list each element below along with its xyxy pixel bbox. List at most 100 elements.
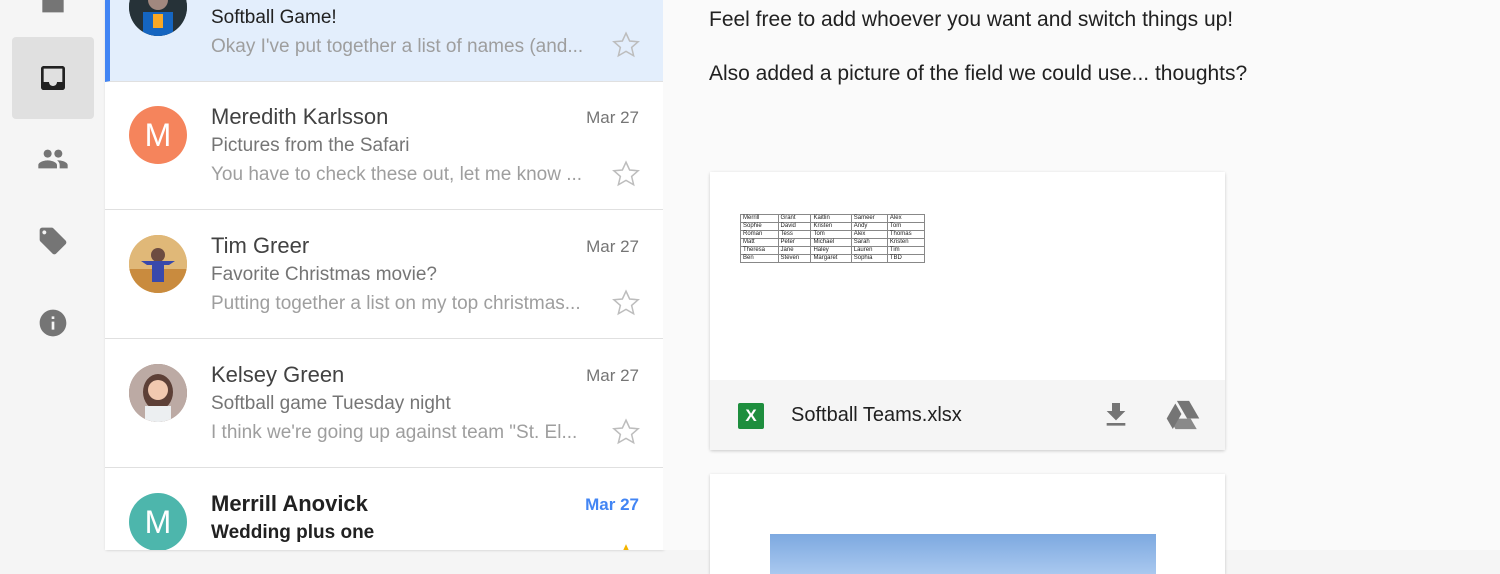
google-drive-icon [1166,400,1200,430]
spreadsheet-cell: Jane [777,246,812,255]
message-sender: Tim Greer [211,233,310,258]
nav-rail [0,0,105,550]
message-date: Mar 27 [586,108,639,127]
star-button[interactable] [611,159,641,189]
message-subject: Favorite Christmas movie? [211,264,437,285]
contacts-nav-button[interactable] [12,118,94,200]
star-outline-icon [612,289,640,316]
star-outline-icon [612,160,640,187]
star-button[interactable] [611,30,641,60]
message-row[interactable]: Tim Greer Mar 27 Favorite Christmas movi… [105,211,663,339]
message-snippet: Putting together a list on my top christ… [211,293,581,314]
spreadsheet-cell: Tom [810,230,852,239]
person-photo-icon [129,364,187,422]
message-snippet: You have to check these out, let me know… [211,164,583,185]
message-row[interactable]: M Meredith Karlsson Mar 27 Pictures from… [105,82,663,210]
excel-file-icon: X [738,403,764,429]
spreadsheet-cell: Alex [886,214,926,223]
spreadsheet-cell: Michael [810,238,852,247]
spreadsheet-cell: Andy [850,222,888,231]
star-button[interactable] [611,288,641,318]
spreadsheet-cell: Alex [850,230,888,239]
message-subject: Wedding plus one [211,522,375,543]
message-date: Mar 27 [585,495,639,514]
message-list: Softball Game! Okay I've put together a … [105,0,663,550]
spreadsheet-row: Matt Peter Michael Sarah Kristen [740,238,926,247]
message-snippet: Okay I've put together a list of names (… [211,36,584,57]
download-button[interactable] [1100,399,1132,431]
message-date: Mar 27 [586,366,639,385]
info-nav-button[interactable] [12,282,94,364]
spreadsheet-cell: Sophia [850,254,888,263]
avatar [129,235,187,293]
message-row-softball-game[interactable]: Softball Game! Okay I've put together a … [105,0,663,82]
attachment-filename: Softball Teams.xlsx [791,404,962,426]
spreadsheet-cell: Theresa [740,246,779,255]
spreadsheet-cell: TBD [886,254,926,263]
spreadsheet-cell: Thomas [886,230,926,239]
field-photo-preview [770,534,1156,574]
message-subject: Softball game Tuesday night [211,393,451,414]
person-photo-icon [129,0,187,36]
avatar [129,0,187,36]
spreadsheet-preview: Merrill Grant Kaitlin Sameer Alex Sophie David… [740,214,926,263]
star-outline-icon [612,31,640,58]
message-subject: Softball Game! [211,7,337,28]
contacts-icon [38,149,68,169]
spreadsheet-cell: Sarah [850,238,888,247]
save-to-drive-button[interactable] [1166,399,1202,431]
spreadsheet-cell: Ben [740,254,779,263]
spreadsheet-cell: Kristen [886,238,926,247]
star-filled-icon [623,544,629,550]
attachment-card-image[interactable] [710,474,1225,574]
spreadsheet-cell: David [777,222,812,231]
message-snippet: I think we're going up against team "St.… [211,422,578,443]
label-icon [39,227,67,255]
spreadsheet-cell: Sophie [740,222,779,231]
message-body-line: Also added a picture of the field we cou… [709,62,1248,85]
avatar: M [129,493,187,550]
spreadsheet-row: Sophie David Kristen Andy Tom [740,222,926,231]
spreadsheet-cell: Tess [777,230,812,239]
spreadsheet-cell: Tim [886,246,926,255]
spreadsheet-row: Merrill Grant Kaitlin Sameer Alex [740,214,926,223]
message-date: Mar 27 [586,237,639,256]
spreadsheet-cell: Haley [810,246,852,255]
reading-pane: Feel free to add whoever you want and sw… [663,0,1500,574]
spreadsheet-cell: Tom [886,222,926,231]
spreadsheet-cell: Lauren [850,246,888,255]
labels-nav-button[interactable] [12,200,94,282]
spreadsheet-row: Roman Tess Tom Alex Thomas [740,230,926,239]
spreadsheet-cell: Steven [777,254,812,263]
message-body-line: Feel free to add whoever you want and sw… [709,8,1234,31]
attachment-preview[interactable]: Merrill Grant Kaitlin Sameer Alex Sophie David… [710,172,1225,380]
star-button[interactable] [611,417,641,447]
message-sender: Merrill Anovick [211,491,368,516]
star-button[interactable] [611,541,641,550]
spreadsheet-cell: Grant [777,214,812,223]
message-row[interactable]: M Merrill Anovick Mar 27 Wedding plus on… [105,469,663,550]
message-subject: Pictures from the Safari [211,135,410,156]
avatar [129,364,187,422]
spreadsheet-cell: Peter [777,238,812,247]
message-sender: Meredith Karlsson [211,104,389,129]
message-row[interactable]: Kelsey Green Mar 27 Softball game Tuesda… [105,340,663,468]
spreadsheet-cell: Sameer [850,214,888,223]
attachment-card[interactable]: Merrill Grant Kaitlin Sameer Alex Sophie David… [710,172,1225,450]
download-icon [1106,403,1126,426]
person-photo-icon [129,235,187,293]
camera-icon [42,0,64,13]
info-icon [39,309,67,337]
spreadsheet-cell: Merrill [740,214,779,223]
spreadsheet-cell: Kaitlin [810,214,852,223]
spreadsheet-cell: Matt [740,238,779,247]
avatar: M [129,106,187,164]
inbox-icon [41,66,65,90]
spreadsheet-row: Theresa Jane Haley Lauren Tim [740,246,926,255]
star-outline-icon [612,418,640,445]
spreadsheet-cell: Kristen [810,222,852,231]
message-sender: Kelsey Green [211,362,345,387]
attachment-footer: X Softball Teams.xlsx [710,380,1225,450]
inbox-nav-button[interactable] [12,37,94,119]
spreadsheet-cell: Roman [740,230,779,239]
